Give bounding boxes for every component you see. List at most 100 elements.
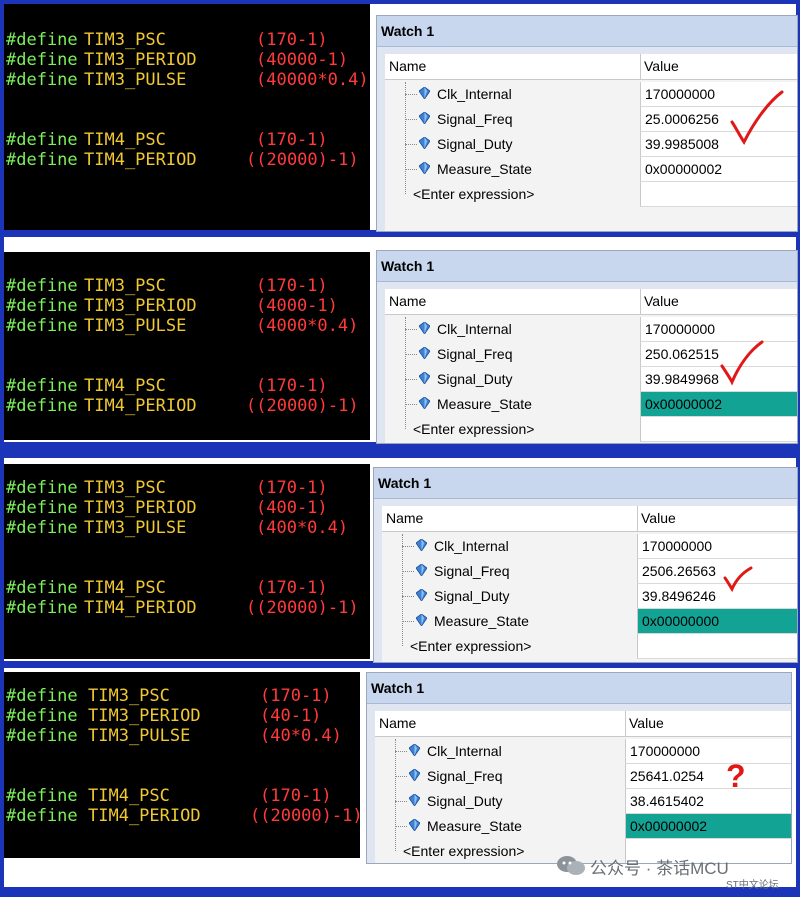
column-header-name[interactable]: Name — [385, 54, 426, 79]
enter-expression[interactable]: <Enter expression> — [413, 417, 534, 442]
macro-name: TIM3_PERIOD — [84, 296, 197, 316]
panel-1: #define TIM3_PSC (170-1) #define TIM3_PERIOD… — [4, 4, 798, 232]
column-header-value[interactable]: Value — [640, 289, 679, 314]
tree-branch — [405, 119, 417, 120]
enter-expression-value[interactable] — [640, 182, 797, 207]
watch-variable-name: Measure_State — [437, 396, 532, 412]
watch-variable-name: Signal_Duty — [427, 793, 503, 809]
enter-expression-value[interactable] — [637, 634, 797, 659]
grid-header: Name Value — [385, 54, 797, 80]
watch-variable-name: Signal_Duty — [437, 136, 513, 152]
tree-branch — [402, 546, 414, 547]
watch-title: Watch 1 — [367, 673, 791, 704]
macro-name: TIM3_PERIOD — [88, 706, 201, 726]
macro-value: (170-1) — [256, 376, 328, 396]
macro-name: TIM3_PSC — [84, 478, 166, 498]
column-header-value[interactable]: Value — [640, 54, 679, 79]
tree-branch — [395, 776, 407, 777]
define-line: #define TIM3_PULSE (400*0.4) — [4, 518, 370, 538]
watch-variable-name: Clk_Internal — [437, 86, 512, 102]
define-line: #define TIM3_PULSE (4000*0.4) — [4, 316, 370, 336]
watch-variable-name: Signal_Freq — [437, 346, 513, 362]
watch-variable-value[interactable]: 0x00000000 — [637, 609, 797, 634]
watch-row[interactable]: Measure_State 0x00000000 — [382, 609, 797, 634]
watch-variable-value[interactable]: 170000000 — [637, 534, 797, 559]
watch-variable-value[interactable]: 25641.0254 — [625, 764, 791, 789]
macro-name: TIM3_PULSE — [84, 70, 187, 90]
enter-expression[interactable]: <Enter expression> — [403, 839, 524, 863]
watch-variable-name: Signal_Duty — [437, 371, 513, 387]
variable-icon — [408, 768, 421, 782]
define-keyword: #define — [6, 396, 78, 416]
watch-variable-value[interactable]: 2506.26563 — [637, 559, 797, 584]
watch-variable-value[interactable]: 170000000 — [625, 739, 791, 764]
enter-expression-row[interactable]: <Enter expression> — [385, 417, 797, 442]
macro-name: TIM4_PSC — [84, 376, 166, 396]
code-block: #define TIM3_PSC (170-1) #define TIM3_PERIOD… — [4, 252, 370, 440]
column-header-value[interactable]: Value — [625, 711, 664, 736]
enter-expression-value[interactable] — [640, 417, 797, 442]
define-keyword: #define — [6, 518, 78, 538]
macro-value: (40000*0.4) — [256, 70, 369, 90]
macro-name: TIM4_PERIOD — [88, 806, 201, 826]
define-line: #define TIM4_PERIOD ((20000)-1) — [4, 806, 363, 826]
watch-variable-name: Signal_Freq — [434, 563, 510, 579]
enter-expression[interactable]: <Enter expression> — [410, 634, 531, 659]
define-keyword: #define — [6, 50, 78, 70]
watch-row[interactable]: Measure_State 0x00000002 — [385, 157, 797, 182]
macro-value: ((20000)-1) — [246, 150, 359, 170]
tree-branch — [405, 169, 417, 170]
variable-icon — [418, 321, 431, 335]
column-header-name[interactable]: Name — [385, 289, 426, 314]
variable-icon — [418, 161, 431, 175]
panel-2: #define TIM3_PSC (170-1) #define TIM3_PERIOD… — [4, 237, 798, 444]
grid-header: Name Value — [385, 289, 797, 315]
watch-variable-name: Clk_Internal — [427, 743, 502, 759]
watch-variable-name: Measure_State — [434, 613, 529, 629]
watch-variable-value[interactable]: 0x00000002 — [640, 157, 797, 182]
define-keyword: #define — [6, 150, 78, 170]
variable-icon — [408, 818, 421, 832]
column-header-name[interactable]: Name — [375, 711, 416, 736]
macro-value: (170-1) — [260, 686, 332, 706]
macro-value: (170-1) — [256, 30, 328, 50]
define-line: #define TIM3_PULSE (40000*0.4) — [4, 70, 370, 90]
macro-name: TIM3_PULSE — [88, 726, 191, 746]
watch-row[interactable]: Measure_State 0x00000002 — [385, 392, 797, 417]
tree-branch — [405, 329, 417, 330]
watch-variable-name: Signal_Freq — [437, 111, 513, 127]
macro-name: TIM4_PERIOD — [84, 598, 197, 618]
panel-3: #define TIM3_PSC (170-1) #define TIM3_PERIOD… — [4, 458, 798, 663]
tree-branch — [405, 144, 417, 145]
watch-variable-value[interactable]: 39.8496246 — [637, 584, 797, 609]
macro-value: (170-1) — [256, 276, 328, 296]
macro-name: TIM3_PERIOD — [84, 498, 197, 518]
variable-icon — [418, 111, 431, 125]
grid-header: Name Value — [375, 711, 791, 737]
macro-value: (170-1) — [256, 578, 328, 598]
macro-value: (4000*0.4) — [256, 316, 359, 336]
watch-row[interactable]: Clk_Internal 170000000 — [382, 534, 797, 559]
watch-variable-value[interactable]: 0x00000002 — [625, 814, 791, 839]
column-header-value[interactable]: Value — [637, 506, 676, 531]
enter-expression-row[interactable]: <Enter expression> — [385, 182, 797, 207]
watch-row[interactable]: Measure_State 0x00000002 — [375, 814, 791, 839]
watch-variable-value[interactable]: 0x00000002 — [640, 392, 797, 417]
enter-expression[interactable]: <Enter expression> — [413, 182, 534, 207]
tree-branch — [395, 826, 407, 827]
define-line: #define TIM4_PERIOD ((20000)-1) — [4, 598, 370, 618]
wechat-icon — [557, 856, 585, 875]
column-header-name[interactable]: Name — [382, 506, 423, 531]
variable-icon — [418, 346, 431, 360]
macro-value: (4000-1) — [256, 296, 338, 316]
define-line: #define TIM3_PERIOD (40-1) — [4, 706, 360, 726]
define-keyword: #define — [6, 70, 78, 90]
define-keyword: #define — [6, 376, 78, 396]
define-keyword: #define — [6, 726, 78, 746]
enter-expression-row[interactable]: <Enter expression> — [382, 634, 797, 659]
define-keyword: #define — [6, 478, 78, 498]
variable-icon — [408, 743, 421, 757]
watch-variable-name: Signal_Duty — [434, 588, 510, 604]
watch-variable-value[interactable]: 38.4615402 — [625, 789, 791, 814]
define-keyword: #define — [6, 806, 78, 826]
